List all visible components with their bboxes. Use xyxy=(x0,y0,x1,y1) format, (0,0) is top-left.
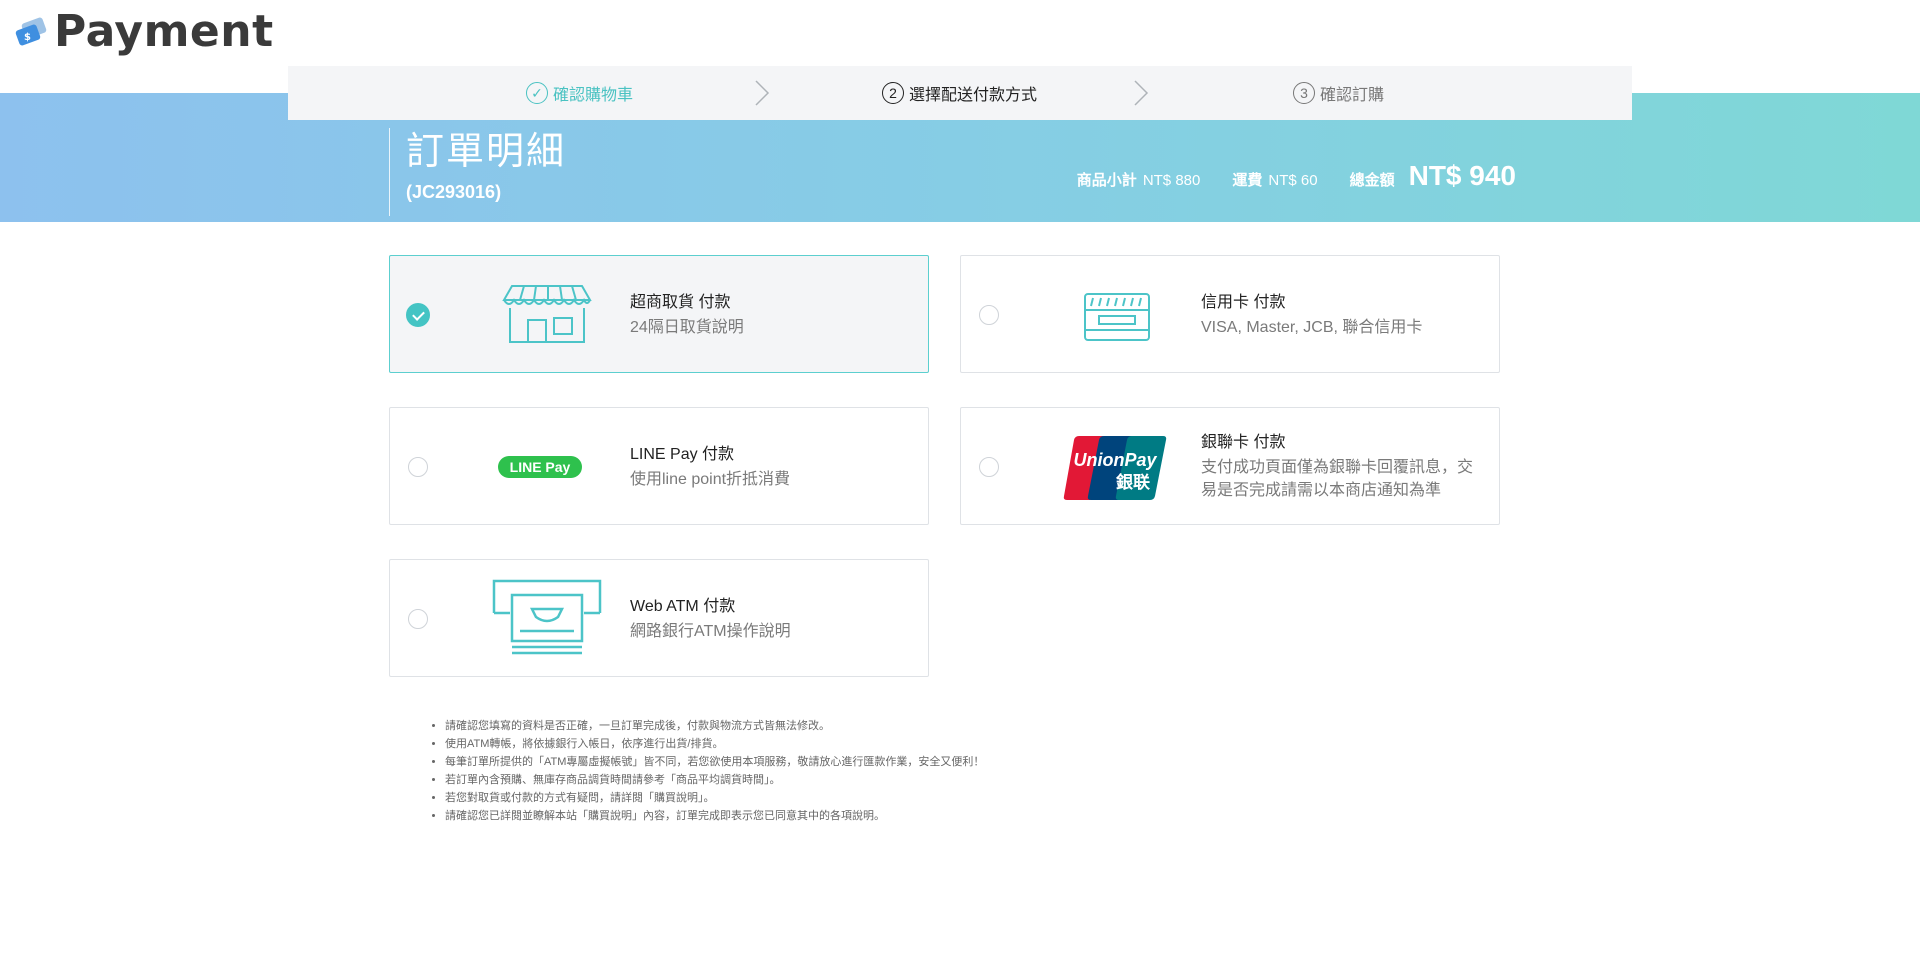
unionpay-logo: UnionPay 銀联 xyxy=(1063,436,1167,500)
payment-name: 信用卡 付款 xyxy=(1201,294,1286,311)
svg-text:LINE Pay: LINE Pay xyxy=(510,459,571,475)
brand-name: Payment xyxy=(54,6,274,57)
shipping-value: NT$ 60 xyxy=(1268,172,1318,189)
payment-desc: 24隔日取貨說明 xyxy=(630,319,744,336)
note-item: 每筆訂單所提供的「ATM專屬虛擬帳號」皆不同，若您欲使用本項服務，敬請放心進行匯… xyxy=(445,753,984,771)
payment-name: LINE Pay 付款 xyxy=(630,446,735,463)
payment-option-text: Web ATM 付款 網路銀行ATM操作說明 xyxy=(630,596,914,643)
payment-name: Web ATM 付款 xyxy=(630,598,736,615)
order-title: 訂單明細 xyxy=(406,131,567,173)
svg-text:$: $ xyxy=(24,32,31,43)
payment-desc: VISA, Master, JCB, 聯合信用卡 xyxy=(1201,319,1423,336)
order-summary: 訂單明細 (JC293016) xyxy=(389,128,566,216)
payment-desc: 使用line point折抵消費 xyxy=(630,471,791,488)
step-label: 確認訂購 xyxy=(1320,87,1385,104)
payment-option-line-pay[interactable]: LINE Pay LINE Pay 付款 使用line point折抵消費 xyxy=(389,407,929,525)
step-number-badge: 2 xyxy=(882,82,904,104)
atm-icon xyxy=(492,579,602,655)
payment-desc: 支付成功頁面僅為銀聯卡回覆訊息，交易是否完成請需以本商店通知為準 xyxy=(1201,459,1474,499)
checkout-steps: ✓ 確認購物車 2 選擇配送付款方式 3 確認訂購 xyxy=(288,66,1632,120)
payment-option-text: 銀聯卡 付款 支付成功頁面僅為銀聯卡回覆訊息，交易是否完成請需以本商店通知為準 xyxy=(1201,432,1485,502)
radio-unselected[interactable] xyxy=(408,609,428,629)
payment-option-credit-card[interactable]: 信用卡 付款 VISA, Master, JCB, 聯合信用卡 xyxy=(960,255,1500,373)
total-label: 總金額 xyxy=(1349,172,1395,189)
radio-unselected[interactable] xyxy=(979,457,999,477)
payment-name: 銀聯卡 付款 xyxy=(1201,434,1286,451)
credit-card-icon xyxy=(1084,293,1150,341)
card-dollar-icon: $ xyxy=(14,17,48,47)
payment-option-web-atm[interactable]: Web ATM 付款 網路銀行ATM操作說明 xyxy=(389,559,929,677)
payment-name: 超商取貨 付款 xyxy=(630,294,731,311)
step-confirm-order: 3 確認訂購 xyxy=(1293,66,1384,120)
brand-logo[interactable]: $ Payment xyxy=(14,6,274,57)
step-select-shipping-payment: 2 選擇配送付款方式 xyxy=(882,66,1037,120)
payment-option-text: 信用卡 付款 VISA, Master, JCB, 聯合信用卡 xyxy=(1201,292,1485,339)
radio-selected[interactable] xyxy=(406,303,430,327)
checkout-notes: 請確認您填寫的資料是否正確，一旦訂單完成後，付款與物流方式皆無法修改。 使用AT… xyxy=(425,717,984,825)
store-icon xyxy=(502,285,592,343)
svg-text:UnionPay: UnionPay xyxy=(1073,450,1157,470)
payment-option-text: 超商取貨 付款 24隔日取貨說明 xyxy=(630,292,914,339)
note-item: 使用ATM轉帳，將依據銀行入帳日，依序進行出貨/排貨。 xyxy=(445,735,984,753)
step-number-badge: 3 xyxy=(1293,82,1315,104)
subtotal-label: 商品小計 xyxy=(1076,172,1137,189)
radio-unselected[interactable] xyxy=(979,305,999,325)
note-item: 若訂單內含預購、無庫存商品調貨時間請參考「商品平均調貨時間」。 xyxy=(445,771,984,789)
step-confirm-cart[interactable]: ✓ 確認購物車 xyxy=(526,66,633,120)
total-value: NT$ 940 xyxy=(1408,160,1516,191)
payment-desc: 網路銀行ATM操作說明 xyxy=(630,623,791,640)
note-item: 請確認您已詳閱並瞭解本站「購買說明」內容，訂單完成即表示您已同意其中的各項說明。 xyxy=(445,807,984,825)
svg-text:銀联: 銀联 xyxy=(1116,472,1150,493)
subtotal-value: NT$ 880 xyxy=(1142,172,1201,189)
payment-option-text: LINE Pay 付款 使用line point折抵消費 xyxy=(630,444,914,491)
note-item: 請確認您填寫的資料是否正確，一旦訂單完成後，付款與物流方式皆無法修改。 xyxy=(445,717,984,735)
radio-unselected[interactable] xyxy=(408,457,428,477)
payment-option-unionpay[interactable]: UnionPay 銀联 銀聯卡 付款 支付成功頁面僅為銀聯卡回覆訊息，交易是否完… xyxy=(960,407,1500,525)
chevron-right-icon xyxy=(1134,80,1149,106)
order-number: (JC293016) xyxy=(406,182,502,202)
step-label: 確認購物車 xyxy=(553,87,634,104)
chevron-right-icon xyxy=(755,80,770,106)
check-circle-icon: ✓ xyxy=(526,82,548,104)
shipping-label: 運費 xyxy=(1232,172,1263,189)
note-item: 若您對取貨或付款的方式有疑問，請詳閱「購買說明」。 xyxy=(445,789,984,807)
payment-option-convenience-store[interactable]: 超商取貨 付款 24隔日取貨說明 xyxy=(389,255,929,373)
step-label: 選擇配送付款方式 xyxy=(909,87,1038,104)
order-totals: 商品小計 NT$ 880 運費 NT$ 60 總金額 NT$ 940 xyxy=(1045,160,1516,192)
line-pay-logo: LINE Pay xyxy=(498,456,582,478)
